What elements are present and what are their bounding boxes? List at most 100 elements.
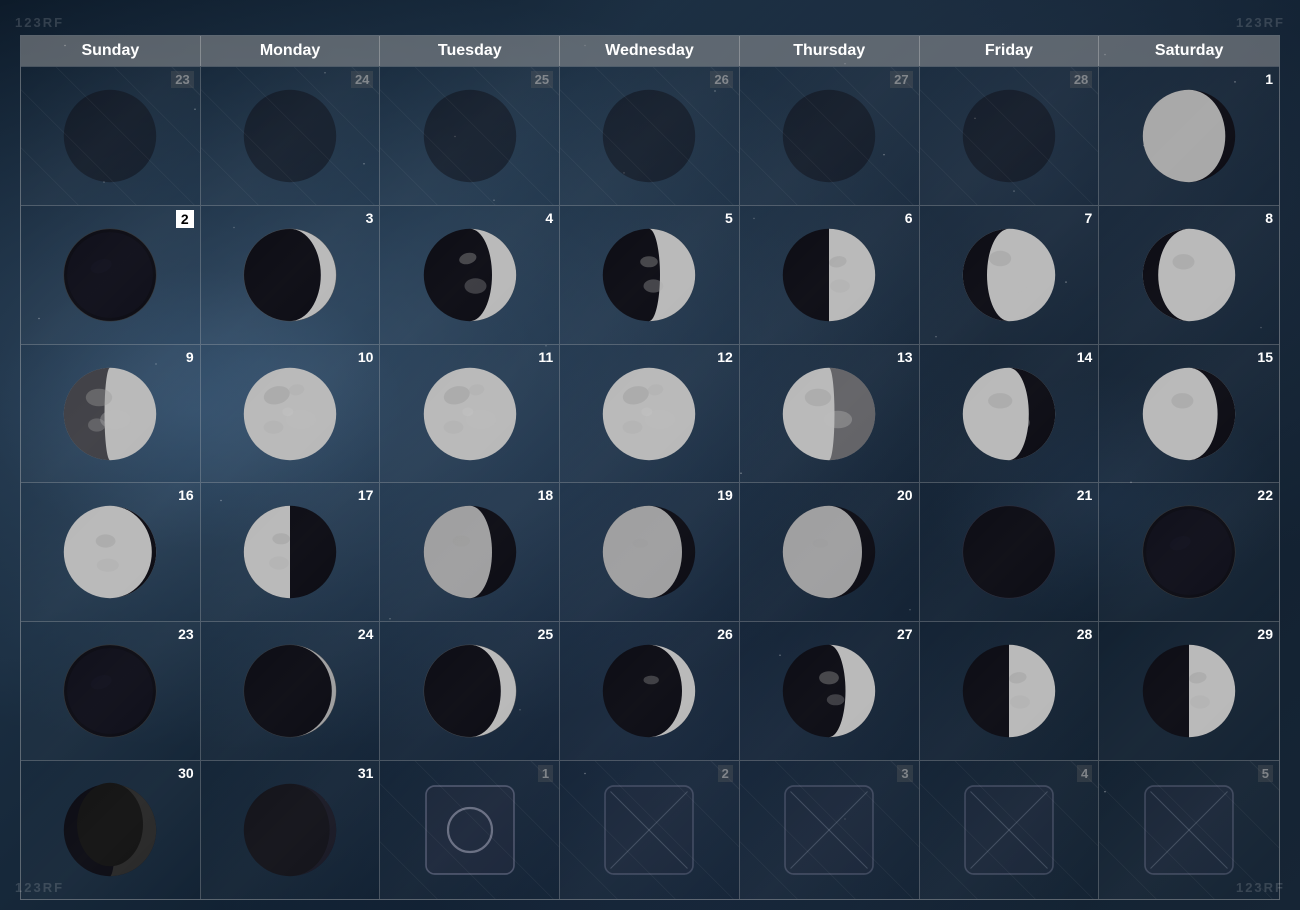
header [20, 10, 1280, 35]
day-number: 26 [717, 626, 733, 642]
moon-phase [55, 775, 165, 885]
day-number: 19 [717, 487, 733, 503]
moon-phase [594, 497, 704, 607]
moon-phase [594, 636, 704, 746]
day-cell-3-6: 22 [1099, 483, 1279, 621]
week-row-3: 9 10 11 12 [21, 344, 1279, 483]
day-number: 25 [538, 626, 554, 642]
moon-phase [415, 359, 525, 469]
day-number: 6 [905, 210, 913, 226]
moon-phase [55, 220, 165, 330]
day-number: 18 [538, 487, 554, 503]
day-number: 12 [717, 349, 733, 365]
day-number: 13 [897, 349, 913, 365]
day-cell-5-6: 5 [1099, 761, 1279, 899]
day-cell-5-3: 2 [560, 761, 740, 899]
day-cell-2-1: 10 [201, 345, 381, 483]
day-number: 3 [366, 210, 374, 226]
day-number: 28 [1077, 626, 1093, 642]
day-number: 4 [545, 210, 553, 226]
day-cell-4-0: 23 [21, 622, 201, 760]
day-number: 24 [358, 626, 374, 642]
day-cell-0-3: 26 [560, 67, 740, 205]
day-number: 1 [1265, 71, 1273, 87]
day-cell-0-1: 24 [201, 67, 381, 205]
week-row-4: 16 17 18 19 20 21 [21, 482, 1279, 621]
day-number: 15 [1257, 349, 1273, 365]
moon-phase [594, 775, 704, 885]
day-number: 3 [897, 765, 912, 782]
moon-phase [774, 775, 884, 885]
day-cell-5-1: 31 [201, 761, 381, 899]
day-number: 27 [890, 71, 912, 88]
day-cell-3-0: 16 [21, 483, 201, 621]
moon-phase [415, 81, 525, 191]
week-row-5: 23 24 25 26 27 28 [21, 621, 1279, 760]
moon-phase [55, 81, 165, 191]
day-cell-3-3: 19 [560, 483, 740, 621]
day-cell-1-4: 6 [740, 206, 920, 344]
moon-phase [594, 81, 704, 191]
moon-phase [954, 359, 1064, 469]
day-cell-3-1: 17 [201, 483, 381, 621]
day-header-tuesday: Tuesday [380, 36, 560, 66]
day-cell-4-2: 25 [380, 622, 560, 760]
day-number: 5 [725, 210, 733, 226]
day-number: 2 [176, 210, 194, 228]
day-header-saturday: Saturday [1099, 36, 1279, 66]
day-cell-4-5: 28 [920, 622, 1100, 760]
day-cell-2-4: 13 [740, 345, 920, 483]
day-cell-2-3: 12 [560, 345, 740, 483]
day-number: 25 [531, 71, 553, 88]
day-header-sunday: Sunday [21, 36, 201, 66]
moon-phase [415, 220, 525, 330]
day-number: 21 [1077, 487, 1093, 503]
day-cell-0-4: 27 [740, 67, 920, 205]
day-number: 1 [538, 765, 553, 782]
day-number: 31 [358, 765, 374, 781]
day-number: 2 [718, 765, 733, 782]
week-row-1: 23 24 25 26 27 28 1 [21, 66, 1279, 205]
day-cell-5-2: 1 [380, 761, 560, 899]
day-number: 27 [897, 626, 913, 642]
day-cell-3-5: 21 [920, 483, 1100, 621]
day-number: 29 [1257, 626, 1273, 642]
weeks: 23 24 25 26 27 28 1 2 3 [21, 66, 1279, 899]
day-number: 9 [186, 349, 194, 365]
moon-phase [235, 81, 345, 191]
day-headers: SundayMondayTuesdayWednesdayThursdayFrid… [21, 36, 1279, 66]
moon-phase [594, 220, 704, 330]
day-header-thursday: Thursday [740, 36, 920, 66]
moon-phase [954, 497, 1064, 607]
moon-phase [1134, 81, 1244, 191]
day-header-wednesday: Wednesday [560, 36, 740, 66]
day-number: 22 [1257, 487, 1273, 503]
moon-phase [235, 636, 345, 746]
day-cell-2-2: 11 [380, 345, 560, 483]
day-cell-1-3: 5 [560, 206, 740, 344]
moon-phase [1134, 359, 1244, 469]
day-cell-1-2: 4 [380, 206, 560, 344]
day-number: 10 [358, 349, 374, 365]
moon-phase [954, 220, 1064, 330]
moon-phase [415, 775, 525, 885]
day-cell-3-2: 18 [380, 483, 560, 621]
day-number: 8 [1265, 210, 1273, 226]
day-number: 11 [538, 349, 553, 365]
moon-phase [235, 497, 345, 607]
week-row-6: 30 31 1 2 3 4 [21, 760, 1279, 899]
day-cell-0-2: 25 [380, 67, 560, 205]
day-number: 7 [1084, 210, 1092, 226]
day-number: 26 [710, 71, 732, 88]
day-number: 14 [1077, 349, 1093, 365]
day-cell-4-1: 24 [201, 622, 381, 760]
day-cell-1-5: 7 [920, 206, 1100, 344]
day-cell-2-0: 9 [21, 345, 201, 483]
moon-phase [235, 775, 345, 885]
calendar-grid: SundayMondayTuesdayWednesdayThursdayFrid… [20, 35, 1280, 900]
day-number: 30 [178, 765, 194, 781]
day-number: 23 [178, 626, 194, 642]
moon-phase [235, 359, 345, 469]
week-row-2: 2 3 4 5 6 [21, 205, 1279, 344]
day-cell-1-6: 8 [1099, 206, 1279, 344]
